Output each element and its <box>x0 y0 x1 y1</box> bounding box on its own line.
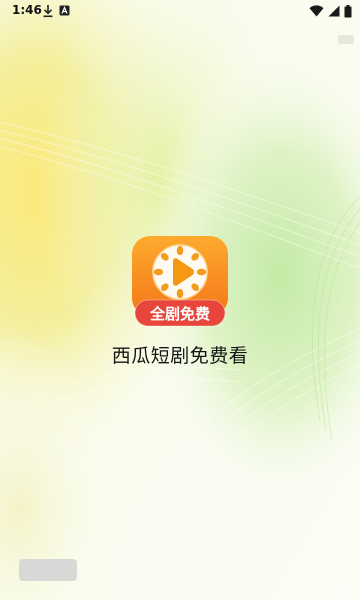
wifi-icon <box>309 5 324 17</box>
skip-button[interactable] <box>338 35 354 44</box>
splash-screen: 1:46 全剧免费 西瓜短剧免费看 <box>0 0 360 600</box>
a-notification-icon <box>59 5 70 16</box>
download-icon <box>43 5 53 18</box>
status-icons <box>309 4 352 18</box>
app-logo: 全剧免费 <box>132 236 228 327</box>
free-badge: 全剧免费 <box>134 299 226 327</box>
status-bar: 1:46 <box>0 0 360 22</box>
badge-label: 全剧免费 <box>149 305 210 323</box>
app-name: 西瓜短剧免费看 <box>111 345 249 367</box>
signal-icon <box>328 5 340 17</box>
status-time: 1:46 <box>12 3 42 17</box>
battery-icon <box>344 4 352 17</box>
bottom-placeholder-button[interactable] <box>19 559 77 581</box>
